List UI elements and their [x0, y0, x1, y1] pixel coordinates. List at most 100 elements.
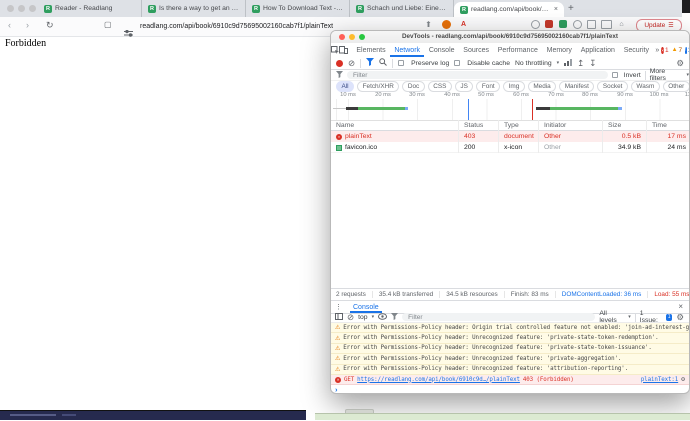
browser-tab[interactable]: R Schach und Liebe: Eine asiatisch — [350, 0, 454, 17]
console-warning[interactable]: ⚠ Error with Permissions-Policy header: … — [331, 344, 689, 354]
search-icon[interactable] — [379, 58, 387, 68]
chip-doc[interactable]: Doc — [402, 81, 424, 92]
network-conditions-icon[interactable] — [564, 59, 572, 68]
request-row-favicon[interactable]: favicon.ico 200 x-icon Other 34.9 kB 24 … — [331, 142, 689, 153]
col-time[interactable]: Time — [647, 120, 690, 131]
extension-icon[interactable] — [545, 20, 553, 28]
browser-tab[interactable]: R Is there a way to get an audio ver — [142, 0, 246, 17]
window-close-button[interactable] — [7, 5, 14, 12]
request-row-plaintext[interactable]: × plainText 403 document Other 0.5 kB 17… — [331, 131, 689, 142]
extension-icon[interactable] — [559, 20, 567, 28]
error-source-link[interactable]: plainText:1 — [641, 377, 678, 383]
more-filters-button[interactable]: More filters — [650, 68, 683, 82]
chip-wasm[interactable]: Wasm — [631, 81, 660, 92]
issues-count-badge[interactable]: 1 — [666, 314, 673, 321]
chip-fetch-xhr[interactable]: Fetch/XHR — [357, 81, 399, 92]
chip-all[interactable]: All — [336, 81, 354, 92]
inspect-element-icon[interactable] — [331, 46, 339, 54]
console-sidebar-icon[interactable] — [335, 313, 343, 322]
tab-network[interactable]: Network — [390, 43, 424, 57]
window-minimize-button[interactable] — [349, 34, 355, 40]
extension-a-icon[interactable]: A — [459, 20, 468, 29]
chip-css[interactable]: CSS — [428, 81, 452, 92]
hide-messages-gear-icon[interactable]: ⚙ — [681, 376, 685, 383]
tab-elements[interactable]: Elements — [352, 43, 390, 57]
filter-funnel-icon[interactable] — [366, 58, 374, 68]
window-zoom-button[interactable] — [29, 5, 36, 12]
tab-security[interactable]: Security — [619, 43, 653, 57]
export-har-icon[interactable]: ↧ — [589, 59, 596, 68]
console-warning[interactable]: ⚠ Error with Permissions-Policy header: … — [331, 354, 689, 364]
network-filter-input[interactable] — [347, 71, 608, 80]
live-expression-eye-icon[interactable] — [378, 313, 387, 322]
console-prompt[interactable]: › — [331, 385, 689, 394]
chip-font[interactable]: Font — [476, 81, 500, 92]
chip-js[interactable]: JS — [455, 81, 473, 92]
issues-icon[interactable]: ! — [685, 47, 686, 54]
import-har-icon[interactable]: ↥ — [577, 59, 584, 68]
preserve-log-checkbox[interactable] — [398, 60, 404, 66]
disable-cache-checkbox[interactable] — [454, 60, 460, 66]
console-settings-gear-icon[interactable]: ⚙ — [676, 313, 684, 322]
extension-orange-icon[interactable] — [442, 20, 451, 29]
chip-other[interactable]: Other — [663, 81, 690, 92]
tab-console[interactable]: Console — [424, 43, 458, 57]
browser-tab-active[interactable]: R readlang.com/api/book/6910c × — [454, 2, 564, 17]
browser-tab[interactable]: R How To Download Text - How To — [246, 0, 350, 17]
close-drawer-icon[interactable]: × — [678, 303, 683, 311]
waterfall-bar-download — [550, 107, 618, 110]
drawer-menu-dots-icon[interactable]: ⋮ — [335, 304, 342, 311]
chip-media[interactable]: Media — [528, 81, 556, 92]
forward-icon[interactable]: › — [26, 20, 29, 30]
url-bar[interactable]: readlang.com/api/book/6910c9d75695002160… — [140, 23, 333, 30]
record-network-log-icon[interactable] — [336, 60, 343, 67]
col-type[interactable]: Type — [499, 120, 539, 131]
side-panel-icon[interactable]: ▢ — [104, 20, 112, 29]
console-messages: ⚠ Error with Permissions-Policy header: … — [331, 323, 689, 394]
extension-icon[interactable] — [601, 20, 612, 29]
browser-tab[interactable]: R Reader - Readlang — [38, 0, 142, 17]
tab-memory[interactable]: Memory — [542, 43, 576, 57]
error-count-icon[interactable]: × — [661, 47, 664, 54]
throttling-select[interactable]: No throttling — [515, 60, 552, 67]
window-minimize-button[interactable] — [18, 5, 25, 12]
extension-icon[interactable] — [587, 20, 596, 29]
device-toolbar-icon[interactable] — [339, 46, 348, 54]
extension-icon[interactable] — [573, 20, 582, 29]
extension-icon[interactable] — [531, 20, 540, 29]
console-filter-input[interactable] — [402, 313, 595, 322]
timeline-overview[interactable] — [331, 99, 689, 121]
error-url-link[interactable]: https://readlang.com/api/book/6910c9d…/p… — [357, 377, 520, 383]
col-size[interactable]: Size — [603, 120, 647, 131]
extension-icon[interactable]: ⌂ — [617, 20, 626, 29]
site-settings-tune-icon[interactable] — [124, 24, 133, 42]
more-panels-icon[interactable]: » — [655, 47, 659, 54]
tab-close-icon[interactable]: × — [554, 6, 558, 13]
issues-label[interactable]: 1 Issue: — [640, 310, 662, 324]
network-settings-gear-icon[interactable]: ⚙ — [676, 59, 684, 68]
console-warning[interactable]: ⚠ Error with Permissions-Policy header: … — [331, 323, 689, 333]
invert-filter-checkbox[interactable] — [612, 72, 618, 78]
tab-application[interactable]: Application — [576, 43, 619, 57]
reload-icon[interactable]: ↻ — [46, 20, 54, 31]
clear-console-icon[interactable]: ⊘ — [347, 313, 354, 322]
col-initiator[interactable]: Initiator — [539, 120, 603, 131]
log-levels-select[interactable]: All levels — [599, 310, 624, 324]
tab-sources[interactable]: Sources — [459, 43, 493, 57]
console-warning[interactable]: ⚠ Error with Permissions-Policy header: … — [331, 333, 689, 343]
console-warning[interactable]: ⚠ Error with Permissions-Policy header: … — [331, 365, 689, 375]
warning-count-icon[interactable]: ▲ — [672, 47, 678, 53]
chip-socket[interactable]: Socket — [597, 81, 628, 92]
context-selector[interactable]: top — [358, 314, 367, 321]
console-error[interactable]: × GET https://readlang.com/api/book/6910… — [331, 375, 689, 385]
col-status[interactable]: Status — [459, 120, 499, 131]
extension-share-icon[interactable]: ⬆ — [424, 20, 433, 29]
chip-img[interactable]: Img — [503, 81, 525, 92]
window-close-button[interactable] — [339, 34, 345, 40]
tab-performance[interactable]: Performance — [493, 43, 542, 57]
chip-manifest[interactable]: Manifest — [559, 81, 594, 92]
back-icon[interactable]: ‹ — [8, 20, 11, 30]
col-name[interactable]: Name — [331, 120, 459, 131]
clear-network-log-icon[interactable]: ⊘ — [348, 59, 355, 68]
new-tab-button[interactable]: + — [568, 3, 574, 14]
